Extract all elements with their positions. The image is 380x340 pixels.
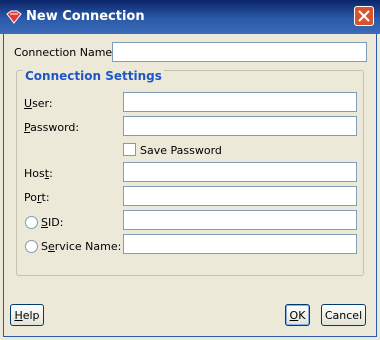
- user-input[interactable]: [123, 92, 357, 112]
- sid-radio[interactable]: [25, 216, 38, 229]
- ok-button[interactable]: OK: [285, 304, 310, 326]
- save-password-checkbox[interactable]: [123, 143, 136, 156]
- close-icon: [358, 10, 370, 22]
- connection-name-input[interactable]: [112, 42, 367, 62]
- close-button[interactable]: [354, 6, 374, 26]
- password-label: Password:: [24, 121, 80, 134]
- service-name-label: Service Name:: [41, 240, 122, 253]
- cancel-button[interactable]: Cancel: [321, 304, 366, 326]
- window-title: New Connection: [26, 9, 145, 24]
- help-button[interactable]: Help: [10, 304, 44, 326]
- connection-settings-title: Connection Settings: [23, 69, 164, 83]
- sid-input[interactable]: [123, 210, 357, 230]
- password-input[interactable]: [123, 116, 357, 136]
- app-icon: [6, 10, 22, 24]
- connection-name-label: Connection Name:: [14, 46, 116, 59]
- sid-label: SID:: [41, 216, 64, 229]
- port-label: Port:: [24, 191, 50, 204]
- port-input[interactable]: [123, 186, 357, 206]
- host-label: Host:: [24, 167, 53, 180]
- service-name-input[interactable]: [123, 234, 357, 254]
- save-password-label: Save Password: [140, 144, 222, 157]
- title-bar[interactable]: New Connection: [0, 0, 380, 34]
- dialog-body: Connection Name: Connection Settings Use…: [3, 34, 377, 337]
- service-name-radio[interactable]: [25, 240, 38, 253]
- host-input[interactable]: [123, 162, 357, 182]
- user-label: User:: [24, 97, 53, 110]
